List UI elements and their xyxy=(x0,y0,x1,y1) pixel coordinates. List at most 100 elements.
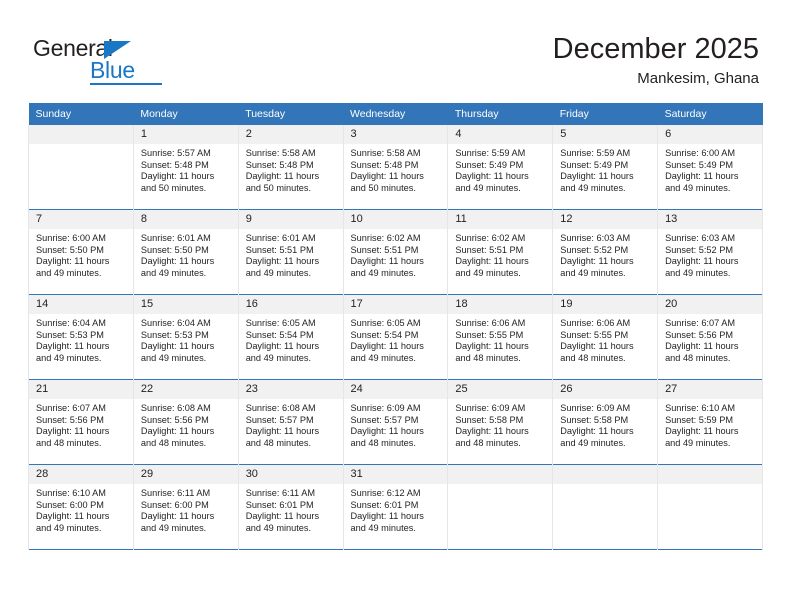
day-info-line: Daylight: 11 hours xyxy=(560,256,634,267)
day-info-line: Sunset: 5:48 PM xyxy=(350,159,419,170)
day-info-line: and 49 minutes. xyxy=(455,182,521,193)
day-info-line: Sunset: 5:53 PM xyxy=(36,329,104,340)
calendar-day-cell[interactable]: 28 Sunrise: 6:10 AM Sunset: 6:00 PM Dayligh… xyxy=(29,465,133,549)
calendar-cell: 2 Sunrise: 5:58 AM Sunset: 5:48 PM Daylight… xyxy=(237,125,344,210)
day-sun-info: Sunrise: 6:04 AM Sunset: 5:53 PM Daylight:… xyxy=(29,314,133,364)
day-sun-info: Sunrise: 6:05 AM Sunset: 5:54 PM Daylight:… xyxy=(239,314,343,364)
calendar-day-cell[interactable]: 24 Sunrise: 6:09 AM Sunset: 5:57 PM Dayligh… xyxy=(343,380,448,464)
day-info-line: Sunset: 5:56 PM xyxy=(140,414,209,425)
calendar-cell: 23 Sunrise: 6:08 AM Sunset: 5:57 PM Dayligh… xyxy=(237,379,344,465)
calendar-empty-cell xyxy=(553,465,658,549)
day-info-line: Daylight: 11 hours xyxy=(350,511,424,522)
day-sun-info: Sunrise: 6:03 AM Sunset: 5:52 PM Daylight:… xyxy=(658,229,762,279)
page-subtitle: Mankesim, Ghana xyxy=(637,70,759,87)
general-blue-logo[interactable]: General Blue xyxy=(33,36,163,86)
day-info-line: and 49 minutes. xyxy=(665,182,731,193)
calendar-day-cell[interactable]: 11 Sunrise: 6:02 AM Sunset: 5:51 PM Dayligh… xyxy=(448,210,553,294)
day-sun-info: Sunrise: 5:57 AM Sunset: 5:48 PM Daylight:… xyxy=(134,144,238,194)
day-info-line: Sunrise: 6:12 AM xyxy=(350,488,421,498)
day-number xyxy=(29,125,133,144)
calendar-day-cell[interactable]: 31 Sunrise: 6:12 AM Sunset: 6:01 PM Dayligh… xyxy=(343,465,448,549)
day-info-line: and 48 minutes. xyxy=(455,352,521,363)
weekday-header-friday: Friday xyxy=(552,103,658,125)
day-sun-info: Sunrise: 5:59 AM Sunset: 5:49 PM Daylight:… xyxy=(448,144,552,194)
calendar-day-cell[interactable]: 26 Sunrise: 6:09 AM Sunset: 5:58 PM Dayligh… xyxy=(553,380,658,464)
calendar-day-cell[interactable]: 2 Sunrise: 5:58 AM Sunset: 5:48 PM Daylight… xyxy=(238,125,343,209)
calendar-day-cell[interactable]: 16 Sunrise: 6:05 AM Sunset: 5:54 PM Dayligh… xyxy=(238,295,343,379)
calendar-day-cell[interactable]: 23 Sunrise: 6:08 AM Sunset: 5:57 PM Dayligh… xyxy=(238,380,343,464)
calendar-cell: 3 Sunrise: 5:58 AM Sunset: 5:48 PM Daylight… xyxy=(342,125,449,210)
calendar-cell: 12 Sunrise: 6:03 AM Sunset: 5:52 PM Dayligh… xyxy=(552,209,659,295)
day-sun-info: Sunrise: 6:01 AM Sunset: 5:50 PM Daylight:… xyxy=(134,229,238,279)
calendar-day-cell[interactable]: 7 Sunrise: 6:00 AM Sunset: 5:50 PM Daylight… xyxy=(29,210,133,294)
calendar-day-cell[interactable]: 9 Sunrise: 6:01 AM Sunset: 5:51 PM Daylight… xyxy=(238,210,343,294)
calendar-day-cell[interactable]: 6 Sunrise: 6:00 AM Sunset: 5:49 PM Daylight… xyxy=(658,125,762,209)
day-info-line: Sunrise: 6:00 AM xyxy=(36,233,106,243)
day-info-line: Sunset: 6:00 PM xyxy=(140,499,209,510)
calendar-day-cell[interactable]: 22 Sunrise: 6:08 AM Sunset: 5:56 PM Dayligh… xyxy=(133,380,238,464)
day-info-line: Daylight: 11 hours xyxy=(350,256,424,267)
day-sun-info: Sunrise: 6:06 AM Sunset: 5:55 PM Daylight:… xyxy=(448,314,552,364)
calendar-cell: 7 Sunrise: 6:00 AM Sunset: 5:50 PM Daylight… xyxy=(28,209,134,295)
day-info-line: Daylight: 11 hours xyxy=(140,256,215,267)
day-number: 29 xyxy=(133,465,238,484)
day-info-line: Daylight: 11 hours xyxy=(665,171,739,182)
day-info-line: Sunrise: 5:58 AM xyxy=(245,148,316,158)
day-info-line: Sunset: 5:51 PM xyxy=(350,244,419,255)
calendar-week-row: 7 Sunrise: 6:00 AM Sunset: 5:50 PM Daylight… xyxy=(28,209,763,295)
day-sun-info: Sunrise: 6:11 AM Sunset: 6:00 PM Daylight:… xyxy=(134,484,238,534)
calendar-day-cell[interactable]: 20 Sunrise: 6:07 AM Sunset: 5:56 PM Dayligh… xyxy=(658,295,762,379)
day-info-line: and 49 minutes. xyxy=(560,267,626,278)
day-info-line: Sunset: 5:49 PM xyxy=(560,159,629,170)
day-number: 6 xyxy=(658,125,762,144)
day-info-line: and 49 minutes. xyxy=(245,522,312,533)
calendar-cell: 13 Sunrise: 6:03 AM Sunset: 5:52 PM Dayligh… xyxy=(657,209,763,295)
day-info-line: Sunrise: 5:59 AM xyxy=(455,148,526,158)
calendar-day-cell[interactable]: 12 Sunrise: 6:03 AM Sunset: 5:52 PM Dayligh… xyxy=(553,210,658,294)
calendar-day-cell[interactable]: 25 Sunrise: 6:09 AM Sunset: 5:58 PM Dayligh… xyxy=(448,380,553,464)
calendar-header-row: Sunday Monday Tuesday Wednesday Thursday Frid… xyxy=(28,103,763,125)
day-number: 25 xyxy=(448,380,553,399)
day-info-line: and 49 minutes. xyxy=(665,437,731,448)
calendar-day-cell[interactable]: 19 Sunrise: 6:06 AM Sunset: 5:55 PM Dayligh… xyxy=(553,295,658,379)
calendar-day-cell[interactable]: 30 Sunrise: 6:11 AM Sunset: 6:01 PM Dayligh… xyxy=(238,465,343,549)
calendar-day-cell[interactable]: 18 Sunrise: 6:06 AM Sunset: 5:55 PM Dayligh… xyxy=(448,295,553,379)
day-info-line: and 49 minutes. xyxy=(350,522,416,533)
day-info-line: Sunset: 5:54 PM xyxy=(245,329,314,340)
calendar-week-row: 14 Sunrise: 6:04 AM Sunset: 5:53 PM Dayligh… xyxy=(28,294,763,380)
calendar-day-cell[interactable]: 10 Sunrise: 6:02 AM Sunset: 5:51 PM Dayligh… xyxy=(343,210,448,294)
weekday-header-wednesday: Wednesday xyxy=(343,103,448,125)
calendar-day-cell[interactable]: 29 Sunrise: 6:11 AM Sunset: 6:00 PM Dayligh… xyxy=(133,465,238,549)
calendar-cell: 8 Sunrise: 6:01 AM Sunset: 5:50 PM Daylight… xyxy=(132,209,239,295)
day-info-line: Sunrise: 6:07 AM xyxy=(665,318,736,328)
calendar-day-cell[interactable]: 8 Sunrise: 6:01 AM Sunset: 5:50 PM Daylight… xyxy=(133,210,238,294)
calendar-day-cell[interactable]: 5 Sunrise: 5:59 AM Sunset: 5:49 PM Daylight… xyxy=(553,125,658,209)
calendar-day-cell[interactable]: 21 Sunrise: 6:07 AM Sunset: 5:56 PM Dayligh… xyxy=(29,380,133,464)
calendar-day-cell[interactable]: 27 Sunrise: 6:10 AM Sunset: 5:59 PM Dayligh… xyxy=(658,380,762,464)
calendar-cell xyxy=(447,464,554,550)
day-number xyxy=(658,465,762,484)
day-info-line: Sunrise: 5:57 AM xyxy=(140,148,211,158)
day-info-line: Sunset: 5:54 PM xyxy=(350,329,419,340)
day-info-line: Sunrise: 6:01 AM xyxy=(245,233,316,243)
calendar-day-cell[interactable]: 17 Sunrise: 6:05 AM Sunset: 5:54 PM Dayligh… xyxy=(343,295,448,379)
day-info-line: Sunset: 5:58 PM xyxy=(455,414,524,425)
calendar-day-cell[interactable]: 3 Sunrise: 5:58 AM Sunset: 5:48 PM Daylight… xyxy=(343,125,448,209)
calendar-day-cell[interactable]: 1 Sunrise: 5:57 AM Sunset: 5:48 PM Daylight… xyxy=(133,125,238,209)
day-info-line: Daylight: 11 hours xyxy=(140,171,215,182)
day-sun-info: Sunrise: 6:02 AM Sunset: 5:51 PM Daylight:… xyxy=(344,229,448,279)
calendar-day-cell[interactable]: 15 Sunrise: 6:04 AM Sunset: 5:53 PM Dayligh… xyxy=(133,295,238,379)
day-info-line: Sunset: 5:52 PM xyxy=(560,244,629,255)
day-info-line: and 49 minutes. xyxy=(36,352,102,363)
day-info-line: Sunrise: 6:07 AM xyxy=(36,403,106,413)
day-info-line: Daylight: 11 hours xyxy=(140,426,215,437)
calendar-day-cell[interactable]: 14 Sunrise: 6:04 AM Sunset: 5:53 PM Dayligh… xyxy=(29,295,133,379)
day-info-line: Daylight: 11 hours xyxy=(560,171,634,182)
calendar-day-cell[interactable]: 13 Sunrise: 6:03 AM Sunset: 5:52 PM Dayligh… xyxy=(658,210,762,294)
day-sun-info: Sunrise: 6:09 AM Sunset: 5:58 PM Daylight:… xyxy=(448,399,552,449)
day-number: 16 xyxy=(238,295,343,314)
day-info-line: Sunrise: 6:02 AM xyxy=(455,233,526,243)
calendar-day-cell[interactable]: 4 Sunrise: 5:59 AM Sunset: 5:49 PM Daylight… xyxy=(448,125,553,209)
calendar-cell: 15 Sunrise: 6:04 AM Sunset: 5:53 PM Dayligh… xyxy=(132,294,239,380)
day-info-line: Daylight: 11 hours xyxy=(455,171,529,182)
